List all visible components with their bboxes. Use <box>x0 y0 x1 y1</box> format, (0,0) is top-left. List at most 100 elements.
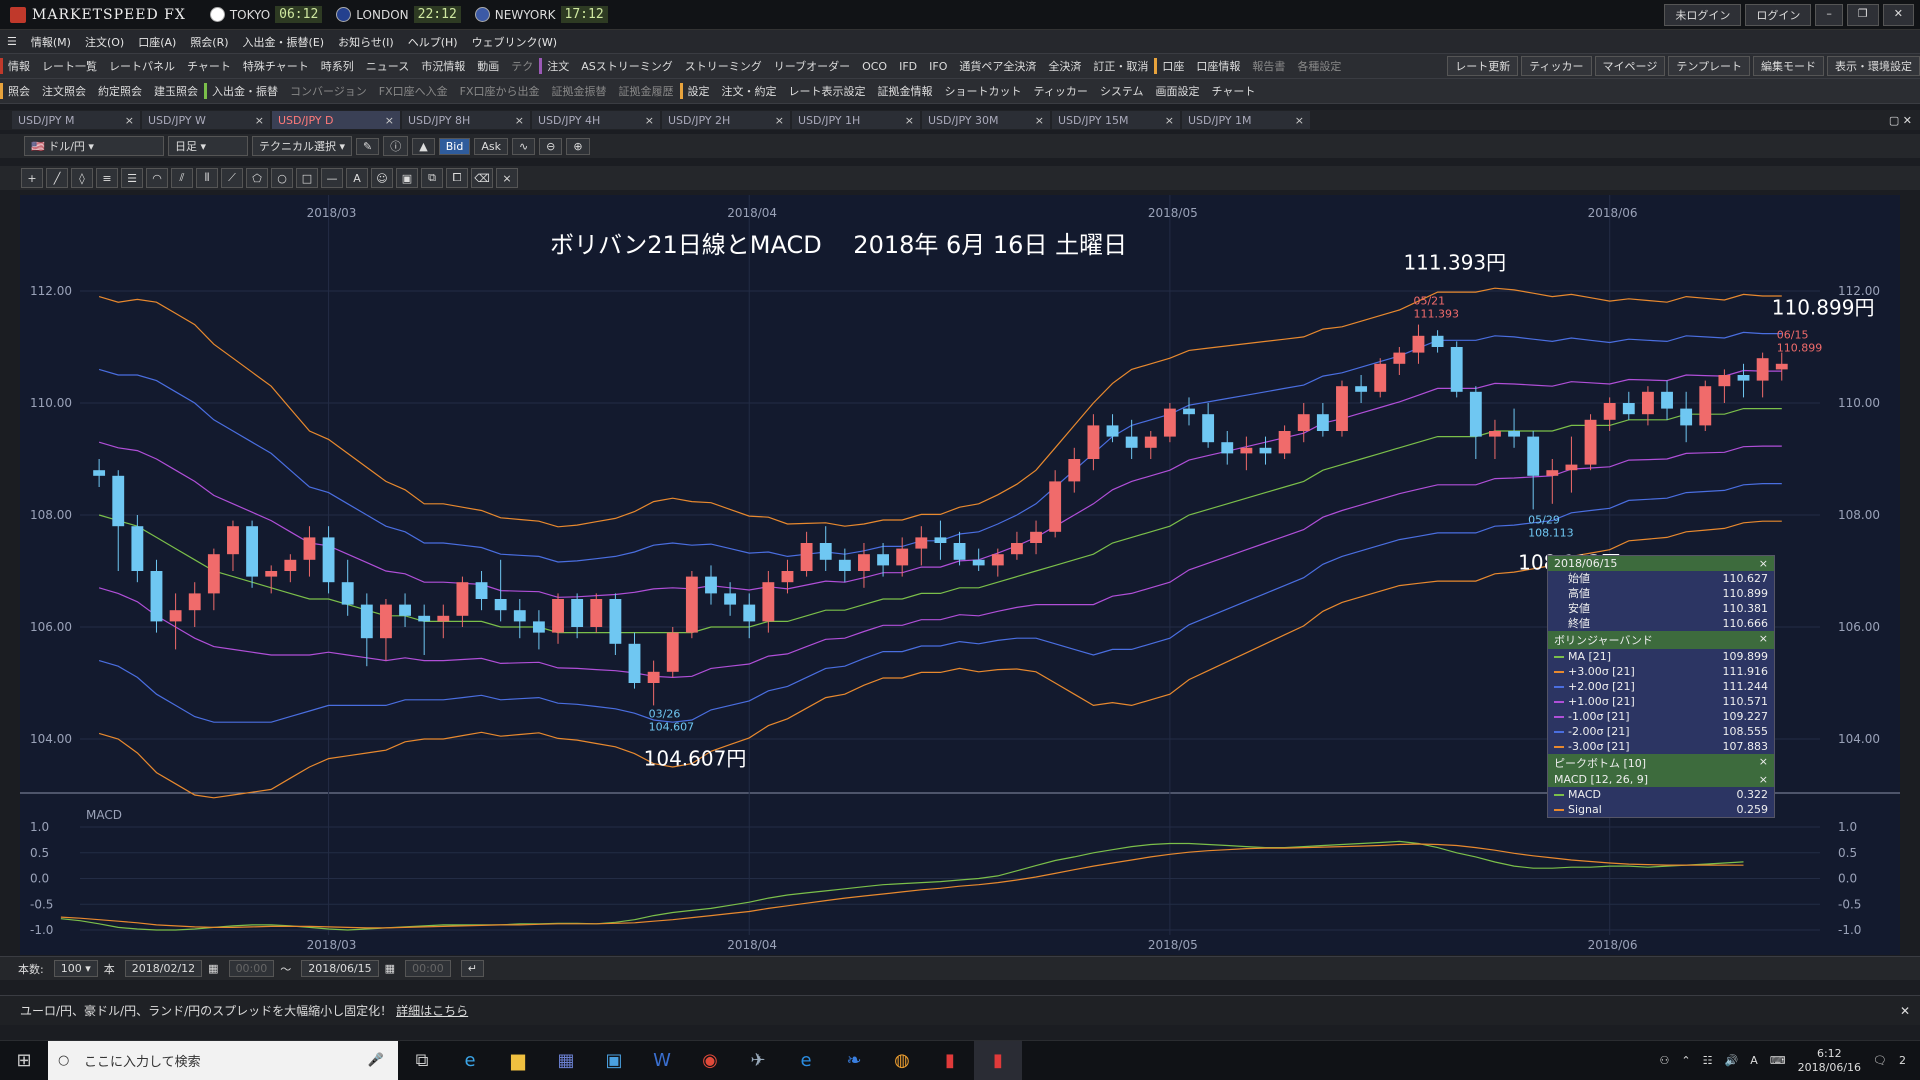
toolbar-item[interactable]: 特殊チャート <box>237 58 315 74</box>
toolbar-item[interactable]: ニュース <box>360 58 415 74</box>
satellite-app-icon[interactable]: ✈ <box>734 1041 782 1080</box>
toolbar-inquiry-label[interactable]: 照会 <box>0 83 36 99</box>
close-icon[interactable]: × <box>1295 114 1304 127</box>
edit-mode-button[interactable]: 編集モード <box>1753 56 1824 76</box>
toolbar-item[interactable]: OCO <box>856 60 893 73</box>
toolbar-item[interactable]: ASストリーミング <box>575 58 679 74</box>
close-icon[interactable]: × <box>1759 755 1768 771</box>
close-icon[interactable]: × <box>1759 557 1768 570</box>
rectangle-icon[interactable]: □ <box>296 168 318 188</box>
login-button[interactable]: ログイン <box>1745 3 1812 26</box>
delete-all-icon[interactable]: ⨯ <box>496 168 518 188</box>
login-status[interactable]: 未ログイン <box>1664 3 1742 26</box>
task-view-icon[interactable]: ⧉ <box>398 1041 446 1080</box>
close-icon[interactable]: × <box>255 114 264 127</box>
hline-icon[interactable]: — <box>321 168 343 188</box>
menu-weblink[interactable]: ウェブリンク(W) <box>465 34 564 50</box>
calendar-icon[interactable]: ▦ <box>208 962 218 975</box>
toolbar-item[interactable]: リーブオーダー <box>768 58 856 74</box>
chart-type-icon[interactable]: ▲ <box>412 137 435 155</box>
start-date-field[interactable]: 2018/02/12 <box>124 960 203 977</box>
close-icon[interactable]: × <box>1759 632 1768 648</box>
hamburger-icon[interactable]: ☰ <box>0 35 24 48</box>
toolbar-item[interactable]: ティッカー <box>1028 83 1094 99</box>
toolbar-item[interactable]: 全決済 <box>1042 58 1087 74</box>
close-icon[interactable]: ✕ <box>1900 1004 1920 1018</box>
toolbar-item[interactable]: 通貨ペア全決済 <box>953 58 1042 74</box>
fibonacci-icon[interactable]: ☰ <box>121 168 143 188</box>
chart-window-controls[interactable]: ▢ ✕ <box>1889 114 1920 127</box>
toolbar-item[interactable]: ショートカット <box>939 83 1028 99</box>
display-settings-button[interactable]: 表示・環境設定 <box>1827 56 1920 76</box>
toolbar-item[interactable]: IFO <box>923 60 953 73</box>
toolbar-item[interactable]: IFD <box>893 60 923 73</box>
toolbar-item[interactable]: 時系列 <box>315 58 360 74</box>
arc-icon[interactable]: ◠ <box>146 168 168 188</box>
ticker-button[interactable]: ティッカー <box>1521 56 1592 76</box>
template-button[interactable]: テンプレート <box>1668 56 1750 76</box>
menu-help[interactable]: ヘルプ(H) <box>401 34 465 50</box>
menu-deposit[interactable]: 入出金・振替(E) <box>236 34 332 50</box>
people-icon[interactable]: ⚇ <box>1660 1054 1670 1067</box>
toolbar-item[interactable]: 注文照会 <box>36 83 92 99</box>
delete-icon[interactable]: ⌫ <box>471 168 493 188</box>
close-icon[interactable]: ✕ <box>1882 3 1914 26</box>
orange-app-icon[interactable]: ◍ <box>878 1041 926 1080</box>
toolbar-item[interactable]: システム <box>1094 83 1150 99</box>
tab-usd-jpy-w[interactable]: USD/JPY W × <box>142 111 270 129</box>
close-icon[interactable]: × <box>385 114 394 127</box>
toolbar-deposit-label[interactable]: 入出金・振替 <box>204 83 284 99</box>
polygon-icon[interactable]: ⬠ <box>246 168 268 188</box>
end-date-field[interactable]: 2018/06/15 <box>301 960 379 977</box>
close-icon[interactable]: × <box>1759 773 1768 786</box>
info-icon[interactable]: ⓘ <box>383 136 409 156</box>
menu-order[interactable]: 注文(O) <box>78 34 131 50</box>
toolbar-item[interactable]: チャート <box>1206 83 1262 99</box>
pair-select[interactable]: 🇺🇸 ドル/円 ▾ <box>24 136 164 156</box>
keyboard-icon[interactable]: ⌨ <box>1770 1054 1786 1067</box>
toolbar-item[interactable]: 注文・約定 <box>716 83 783 99</box>
network-icon[interactable]: ☷ <box>1703 1054 1713 1067</box>
close-icon[interactable]: × <box>515 114 524 127</box>
ime-indicator[interactable]: A <box>1750 1054 1758 1067</box>
toolbar-item[interactable]: レート表示設定 <box>783 83 872 99</box>
menu-account[interactable]: 口座(A) <box>131 34 183 50</box>
close-icon[interactable]: × <box>1035 114 1044 127</box>
toolbar-item[interactable]: レート一覧 <box>36 58 103 74</box>
ie-icon[interactable]: e <box>446 1041 494 1080</box>
circle-icon[interactable]: ○ <box>271 168 293 188</box>
toolbar-item[interactable]: 動画 <box>471 58 505 74</box>
toolbar-item[interactable]: 証拠金履歴 <box>613 83 680 99</box>
menu-notice[interactable]: お知らせ(I) <box>331 34 401 50</box>
trendline-icon[interactable]: ╱ <box>46 168 68 188</box>
horizontal-lines-icon[interactable]: ≡ <box>96 168 118 188</box>
word-icon[interactable]: W <box>638 1041 686 1080</box>
windows-start-icon[interactable]: ⊞ <box>0 1041 48 1080</box>
tab-usd-jpy-1h[interactable]: USD/JPY 1H × <box>792 111 920 129</box>
chart-info-panel[interactable]: 2018/06/15 × 始値 110.627 高値 110.899 安値 110.381… <box>1547 555 1775 818</box>
toolbar-item[interactable]: 口座情報 <box>1190 58 1246 74</box>
vertical-lines-icon[interactable]: ⦀ <box>196 168 218 188</box>
tab-usd-jpy-4h[interactable]: USD/JPY 4H × <box>532 111 660 129</box>
start-time-field[interactable]: 00:00 <box>228 960 275 977</box>
crosshair-icon[interactable]: + <box>21 168 43 188</box>
count-select[interactable]: 100 ▾ <box>53 960 98 977</box>
close-icon[interactable]: × <box>1165 114 1174 127</box>
period-select[interactable]: 日足 ▾ <box>168 136 248 156</box>
taskbar-search[interactable]: ○ ここに入力して検索 🎤 <box>48 1041 398 1080</box>
toolbar-item[interactable]: FX口座へ入金 <box>373 83 454 99</box>
menu-info[interactable]: 情報(M) <box>24 34 78 50</box>
toolbar-item[interactable]: コンバージョン <box>284 83 373 99</box>
calendar-icon[interactable]: ▦ <box>385 962 395 975</box>
toolbar-item[interactable]: 証拠金情報 <box>872 83 939 99</box>
close-icon[interactable]: × <box>775 114 784 127</box>
toolbar-item[interactable]: レートパネル <box>103 58 181 74</box>
tab-usd-jpy-m[interactable]: USD/JPY M × <box>12 111 140 129</box>
restore-icon[interactable]: ❐ <box>1846 3 1879 26</box>
mypage-button[interactable]: マイページ <box>1594 56 1666 76</box>
toolbar-item[interactable]: FX口座から出金 <box>454 83 546 99</box>
chrome-icon[interactable]: ◉ <box>686 1041 734 1080</box>
tab-usd-jpy-15m[interactable]: USD/JPY 15M × <box>1052 111 1180 129</box>
paste-icon[interactable]: ⧠ <box>446 168 468 188</box>
tab-usd-jpy-2h[interactable]: USD/JPY 2H × <box>662 111 790 129</box>
